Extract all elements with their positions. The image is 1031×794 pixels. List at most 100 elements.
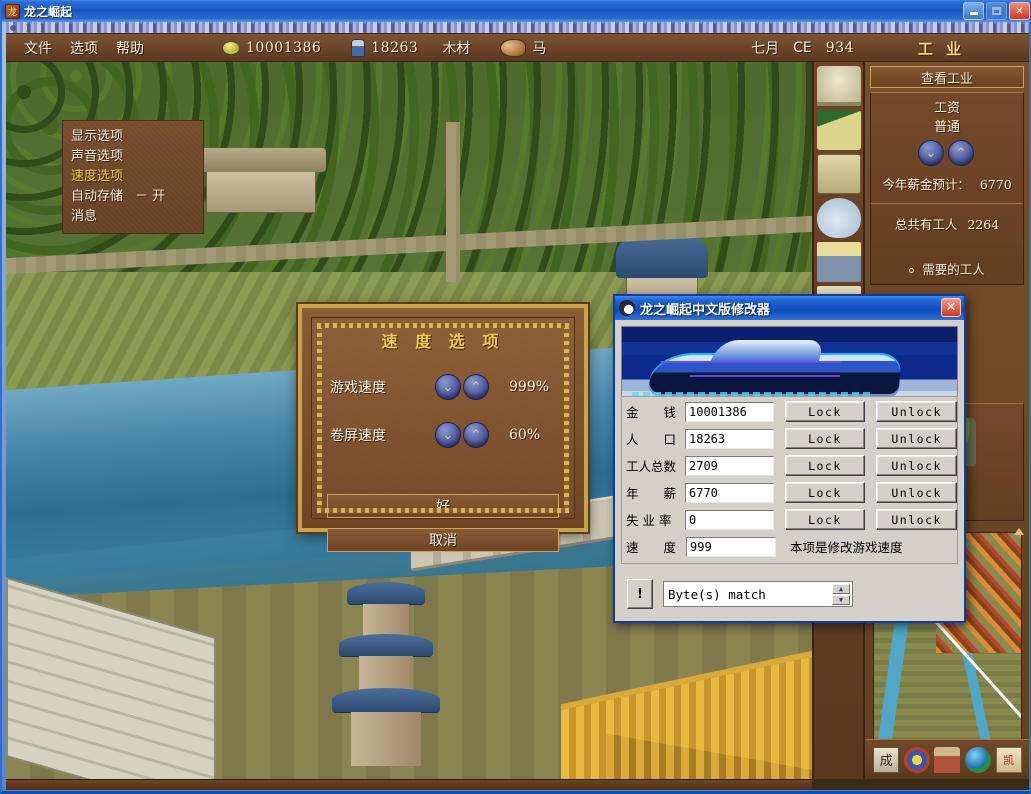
map-bottom-strip	[6, 779, 812, 790]
window-title: 龙之崛起	[24, 4, 73, 19]
scroll-icon[interactable]: 凯	[995, 746, 1022, 773]
speed-dialog-title: 速 度 选 项	[381, 332, 505, 351]
info-button[interactable]: !	[627, 579, 653, 609]
month-label: 七月	[751, 41, 780, 57]
screen-root: 龙 龙之崛起 ✕ 文件 选项 帮助 10001386 18263 木材 马 七月…	[0, 0, 1031, 794]
workers-input[interactable]: 2709	[685, 455, 774, 476]
game-speed-label: 游戏速度	[330, 380, 386, 396]
money-value: 10001386	[246, 40, 322, 56]
autosave-label: 自动存储	[71, 189, 124, 204]
trainer-row-money: 金 钱 10001386 Lock Unlock	[626, 399, 957, 424]
game-speed-up-arrow-icon[interactable]: ⌃	[463, 374, 489, 400]
close-icon[interactable]: ✕	[1009, 2, 1030, 20]
ok-button[interactable]: 好	[327, 494, 559, 518]
match-combo-spinner[interactable]: ▲ ▼	[832, 584, 850, 605]
game-speed-down-arrow-icon[interactable]: ⌄	[435, 374, 461, 400]
window-controls: ✕	[963, 2, 1030, 20]
population-icon	[351, 39, 366, 57]
unemployment-lock-button[interactable]: Lock	[784, 509, 866, 530]
trainer-fields: 金 钱 10001386 Lock Unlock 人 口 18263 Lock …	[621, 396, 958, 564]
population-lock-button[interactable]: Lock	[784, 428, 866, 449]
total-workers-value: 2264	[967, 217, 1000, 232]
trainer-close-icon[interactable]: ✕	[941, 298, 961, 317]
wages-adjust-controls: ⌄ ⌃	[871, 140, 1023, 166]
money-lock-button[interactable]: Lock	[784, 401, 866, 422]
wages-value: 普通	[933, 120, 960, 135]
menu-item-speed-options[interactable]: 速度选项	[71, 167, 203, 187]
city-icon[interactable]: 成	[873, 746, 900, 773]
world-icon[interactable]	[965, 746, 992, 773]
horse-icon	[500, 39, 527, 57]
money-input[interactable]: 10001386	[685, 401, 774, 422]
salary-lock-button[interactable]: Lock	[784, 482, 866, 503]
game-client: 文件 选项 帮助 10001386 18263 木材 马 七月 CE 934 工…	[6, 22, 1029, 790]
salary-input[interactable]: 6770	[685, 482, 774, 503]
window-titlebar[interactable]: 龙 龙之崛起 ✕	[2, 0, 1031, 22]
navigation-icon[interactable]	[903, 746, 930, 773]
building-roof	[198, 148, 326, 172]
population-input[interactable]: 18263	[685, 428, 774, 449]
grain-icon[interactable]	[816, 110, 861, 150]
vase-icon[interactable]	[816, 198, 861, 238]
trainer-row-salary: 年 薪 6770 Lock Unlock	[626, 480, 957, 505]
coins-icon	[222, 41, 240, 55]
speed-dialog-inner: 速 度 选 项 游戏速度 ⌄ ⌃ 999% 卷屏速度 ⌄ ⌃ 60% 好 取消	[311, 317, 575, 552]
workers-lock-button[interactable]: Lock	[784, 455, 866, 476]
resource-horse: 马	[500, 38, 547, 58]
match-combo[interactable]: Byte(s) match ▲ ▼	[663, 581, 853, 607]
money-unlock-button[interactable]: Unlock	[876, 401, 957, 422]
scroll-up-icon[interactable]	[1014, 528, 1024, 535]
needed-workers-label: 需要的工人	[922, 262, 985, 277]
application-window: 龙 龙之崛起 ✕ 文件 选项 帮助 10001386 18263 木材 马 七月…	[0, 0, 1031, 794]
game-speed-row: 游戏速度 ⌄ ⌃ 999%	[330, 374, 574, 400]
pagoda-building	[331, 582, 441, 772]
population-unlock-button[interactable]: Unlock	[876, 428, 957, 449]
wages-down-arrow-icon[interactable]: ⌄	[918, 140, 944, 166]
minimize-button[interactable]	[963, 2, 984, 20]
total-workers-label: 总共有工人	[894, 217, 958, 232]
cancel-button[interactable]: 取消	[327, 528, 559, 552]
maximize-button[interactable]	[986, 2, 1007, 20]
resource-population: 18263	[351, 39, 418, 57]
speed-input[interactable]: 999	[686, 536, 776, 557]
spinner-up-icon[interactable]: ▲	[832, 584, 850, 594]
options-dropdown-menu[interactable]: 显示选项 声音选项 速度选项 自动存储 － 开 消息	[63, 121, 203, 233]
menu-options[interactable]: 选项	[70, 38, 98, 58]
trainer-title: 龙之崛起中文版修改器	[640, 302, 771, 318]
wages-section: 工资 普通 ⌄ ⌃ 今年薪金预计： 6770 总共有工人 2264 需要的工人	[870, 92, 1024, 285]
menu-file[interactable]: 文件	[24, 38, 52, 58]
menu-item-sound-options[interactable]: 声音选项	[71, 147, 203, 167]
basket-icon[interactable]	[816, 242, 861, 282]
menu-help[interactable]: 帮助	[116, 38, 144, 58]
trainer-row-population: 人 口 18263 Lock Unlock	[626, 426, 957, 451]
workers-label: 工人总数	[626, 459, 677, 474]
spinner-down-icon[interactable]: ▼	[832, 595, 850, 605]
food-basket-icon[interactable]	[816, 154, 861, 194]
view-industry-button[interactable]: 查看工业	[870, 66, 1024, 88]
era-label: CE	[793, 40, 812, 56]
trainer-icon	[619, 300, 635, 316]
scroll-speed-down-arrow-icon[interactable]: ⌄	[435, 422, 461, 448]
menu-item-display-options[interactable]: 显示选项	[71, 127, 203, 147]
pagoda-icon[interactable]	[934, 746, 961, 773]
unemployment-input[interactable]: 0	[685, 509, 774, 530]
minimap-zoom-slider[interactable]	[1014, 528, 1026, 762]
panel-bottom-toolbar: 成 凯	[865, 739, 1029, 779]
menu-item-messages[interactable]: 消息	[71, 207, 203, 227]
scroll-speed-value: 60%	[509, 427, 541, 443]
menu-item-autosave[interactable]: 自动存储 － 开	[71, 187, 203, 207]
trainer-dialog: 龙之崛起中文版修改器 ✕ 金 钱 10001386 Lock Unlock 人 …	[613, 294, 966, 623]
unemployment-unlock-button[interactable]: Unlock	[876, 509, 957, 530]
workers-unlock-button[interactable]: Unlock	[876, 455, 957, 476]
pagoda-icon[interactable]	[816, 66, 861, 106]
app-icon: 龙	[5, 3, 20, 19]
salary-unlock-button[interactable]: Unlock	[876, 482, 957, 503]
trainer-titlebar[interactable]: 龙之崛起中文版修改器 ✕	[615, 296, 964, 320]
total-workers-row: 总共有工人 2264	[871, 214, 1023, 233]
wood-label: 木材	[442, 41, 471, 57]
match-combo-value: Byte(s) match	[668, 586, 766, 602]
scroll-speed-up-arrow-icon[interactable]: ⌃	[463, 422, 489, 448]
wages-up-arrow-icon[interactable]: ⌃	[948, 140, 974, 166]
speed-hint: 本项是修改游戏速度	[790, 540, 903, 555]
trainer-row-speed: 速 度 999 本项是修改游戏速度	[626, 534, 957, 559]
